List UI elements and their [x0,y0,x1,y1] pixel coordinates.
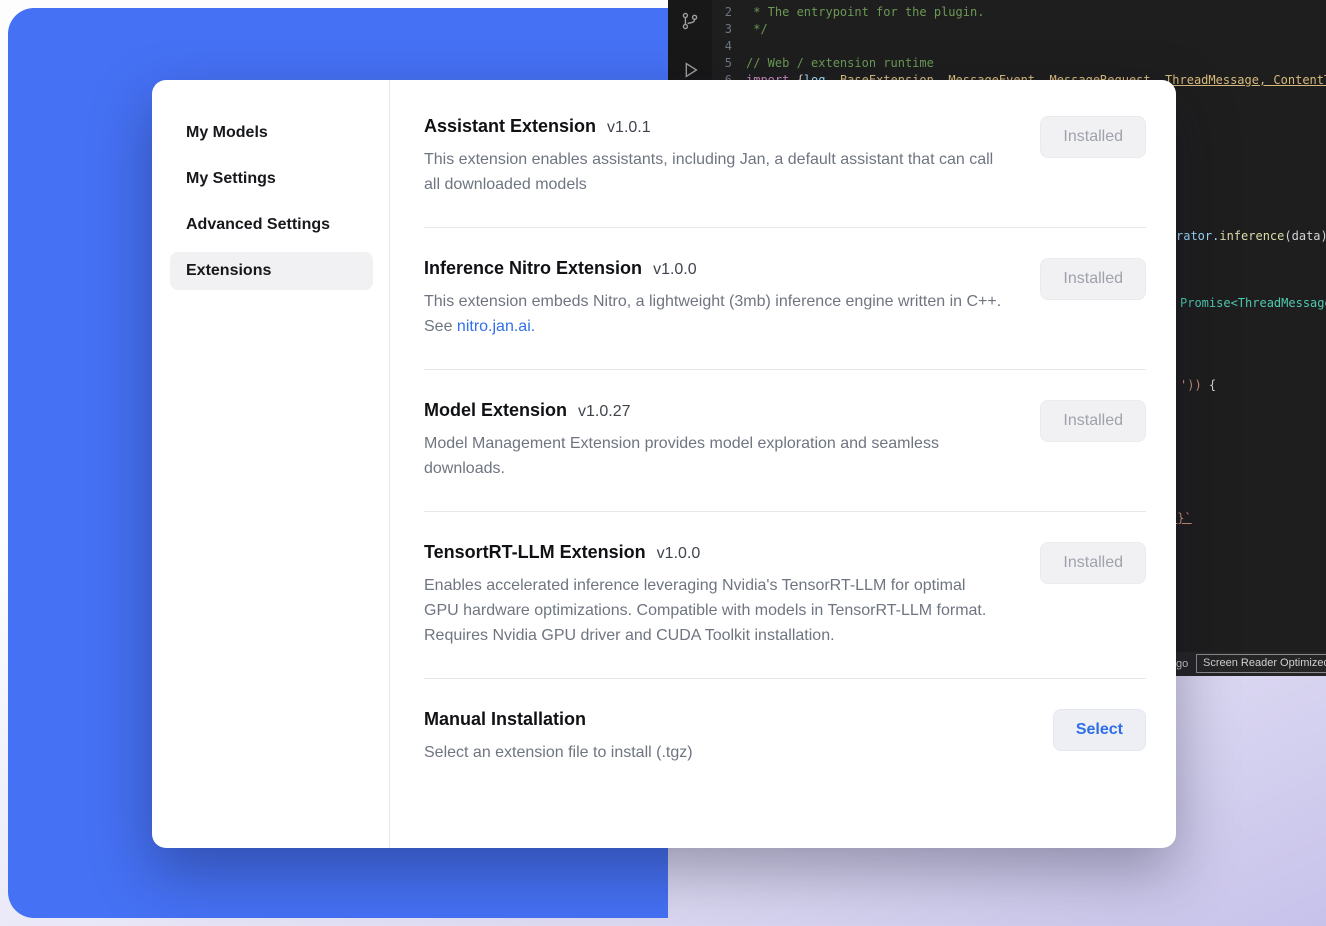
code-text: // Web / extension runtime [746,55,934,72]
code-fragment: Promise<ThreadMessage> [1180,296,1326,310]
line-number: 3 [712,21,746,38]
code-fragment: ')) { [1180,378,1216,392]
extension-version: v1.0.0 [653,261,697,279]
code-text: * The entrypoint for the plugin. [746,4,984,21]
select-file-button[interactable]: Select [1053,709,1146,751]
installed-button[interactable]: Installed [1040,400,1146,442]
extension-row-assistant: Assistant Extension v1.0.1 This extensio… [424,86,1146,228]
extension-title: Model Extension [424,400,567,421]
sidebar-item-my-models[interactable]: My Models [170,114,373,152]
extension-description: This extension embeds Nitro, a lightweig… [424,289,1002,339]
manual-installation-row: Manual Installation Select an extension … [424,679,1146,795]
sidebar-item-my-settings[interactable]: My Settings [170,160,373,198]
extension-row-tensorrt-llm: TensortRT-LLM Extension v1.0.0 Enables a… [424,512,1146,679]
screen: 2 * The entrypoint for the plugin. 3 */ … [0,0,1326,926]
extension-version: v1.0.1 [607,119,651,137]
code-line: 2 * The entrypoint for the plugin. [712,4,1326,21]
settings-card: My Models My Settings Advanced Settings … [152,80,1176,848]
code-line: 5 // Web / extension runtime [712,55,1326,72]
installed-button[interactable]: Installed [1040,542,1146,584]
line-number: 4 [712,38,746,55]
screen-reader-optimized-badge[interactable]: Screen Reader Optimized [1196,654,1326,673]
source-control-icon[interactable] [679,10,701,35]
manual-installation-description: Select an extension file to install (.tg… [424,740,1002,765]
code-line: 3 */ [712,21,1326,38]
line-number: 2 [712,4,746,21]
extension-title: Assistant Extension [424,116,596,137]
installed-button[interactable]: Installed [1040,116,1146,158]
nitro-jan-ai-link[interactable]: nitro.jan.ai. [457,318,535,335]
status-text: go [1176,658,1188,670]
code-text: */ [746,21,768,38]
extension-row-model: Model Extension v1.0.27 Model Management… [424,370,1146,512]
extensions-list: Assistant Extension v1.0.1 This extensio… [390,80,1176,848]
sidebar-item-extensions[interactable]: Extensions [170,252,373,290]
sidebar-item-advanced-settings[interactable]: Advanced Settings [170,206,373,244]
line-number: 5 [712,55,746,72]
extension-title: TensortRT-LLM Extension [424,542,646,563]
editor-code-area: 2 * The entrypoint for the plugin. 3 */ … [712,4,1326,89]
extension-row-inference-nitro: Inference Nitro Extension v1.0.0 This ex… [424,228,1146,370]
manual-installation-title: Manual Installation [424,709,586,730]
installed-button[interactable]: Installed [1040,258,1146,300]
code-line: 4 [712,38,1326,55]
extension-description: This extension enables assistants, inclu… [424,147,1002,197]
extension-version: v1.0.0 [657,545,701,563]
extension-version: v1.0.27 [578,403,630,421]
extension-description: Enables accelerated inference leveraging… [424,573,1002,648]
extension-description: Model Management Extension provides mode… [424,431,1002,481]
code-fragment: rator.inference(data)); [1176,229,1326,243]
settings-sidebar: My Models My Settings Advanced Settings … [152,80,390,848]
extension-title: Inference Nitro Extension [424,258,642,279]
